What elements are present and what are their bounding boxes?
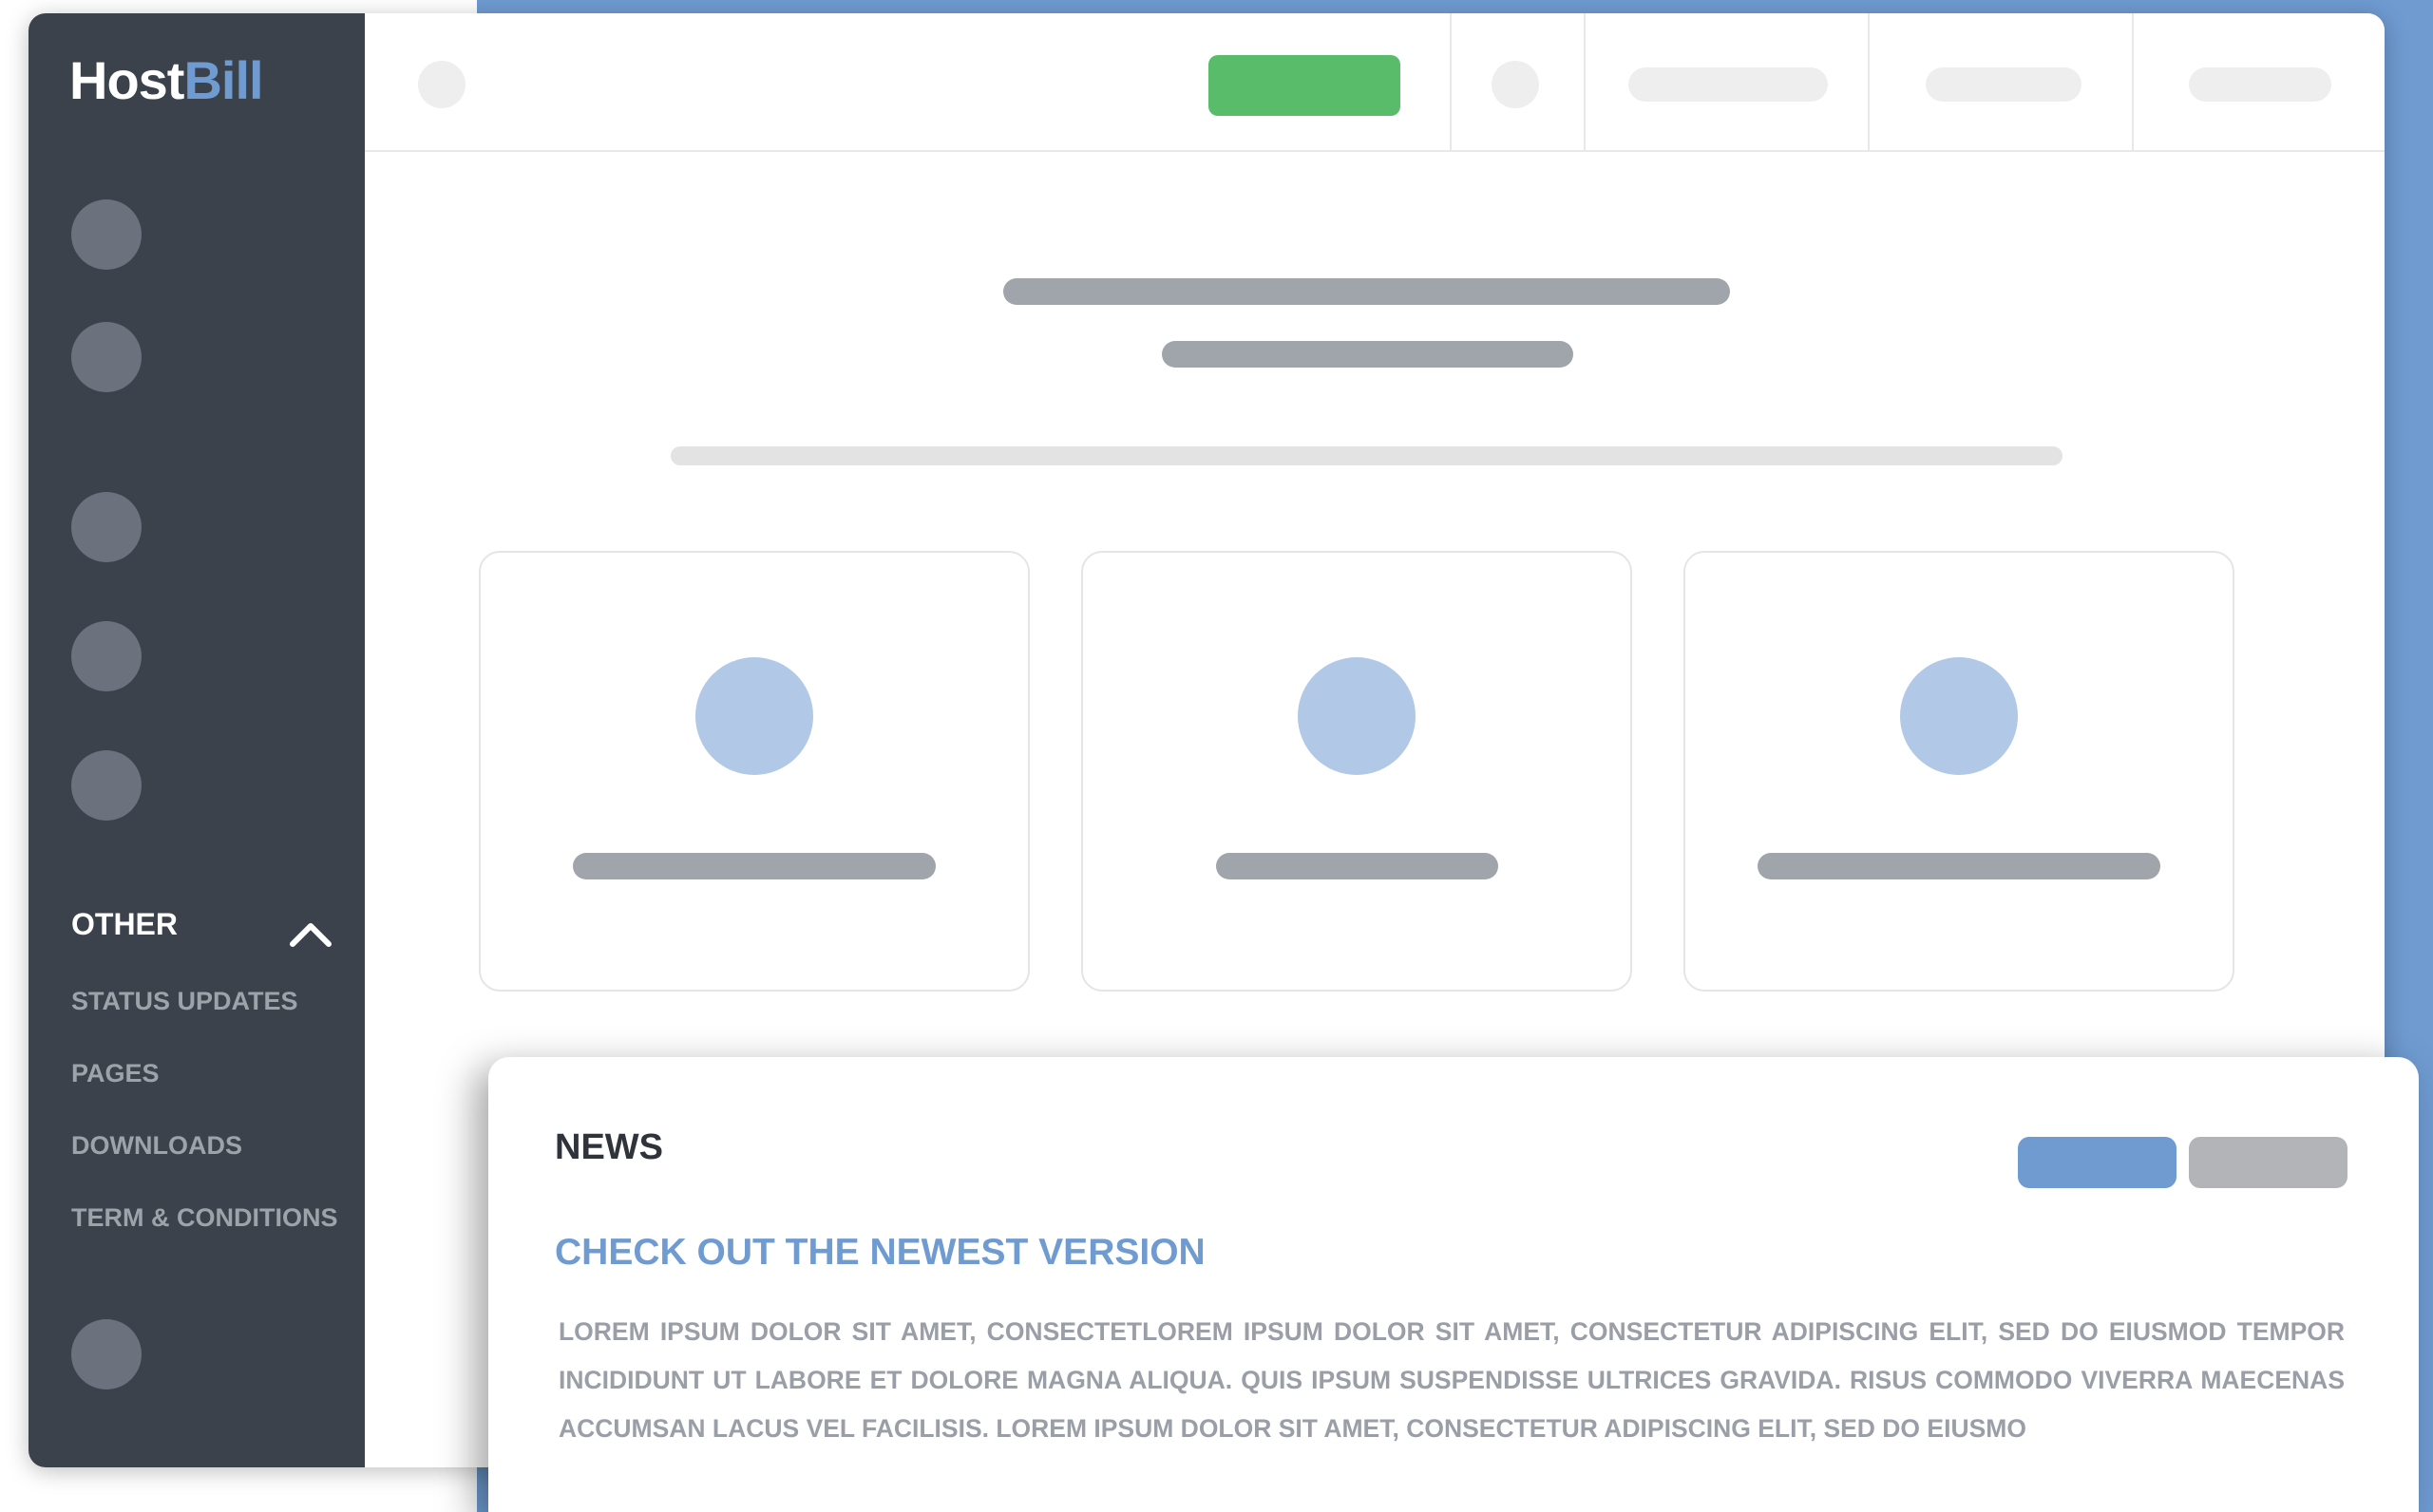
card-icon: [1900, 657, 2018, 775]
card-icon: [1298, 657, 1416, 775]
topbar-menu-item[interactable]: [2189, 67, 2331, 102]
description-placeholder: [671, 446, 2062, 465]
hostbill-logo[interactable]: HostBill: [69, 49, 264, 111]
sidebar-nav-icon[interactable]: [71, 199, 142, 270]
news-title: NEWS: [555, 1127, 663, 1167]
news-secondary-button[interactable]: [2189, 1137, 2347, 1188]
topbar-divider: [1450, 13, 1452, 150]
news-panel: NEWS CHECK OUT THE NEWEST VERSION LOREM …: [488, 1057, 2419, 1512]
menu-icon[interactable]: [418, 61, 466, 108]
topbar-divider: [1584, 13, 1586, 150]
sidebar-item-terms-conditions[interactable]: TERM & CONDITIONS: [71, 1203, 338, 1233]
sidebar: HostBill OTHER STATUS UPDATES PAGES DOWN…: [29, 13, 365, 1467]
topbar-divider: [1868, 13, 1870, 150]
feature-card[interactable]: [1683, 551, 2234, 992]
card-label-placeholder: [1758, 853, 2160, 879]
news-headline-link[interactable]: CHECK OUT THE NEWEST VERSION: [555, 1232, 1206, 1274]
topbar-menu-item[interactable]: [1628, 67, 1828, 102]
topbar-menu-item[interactable]: [1926, 67, 2081, 102]
card-label-placeholder: [1216, 853, 1498, 879]
sidebar-bottom-icon[interactable]: [71, 1319, 142, 1389]
feature-card[interactable]: [479, 551, 1030, 992]
top-bar: [365, 13, 2385, 152]
sidebar-nav-icon[interactable]: [71, 621, 142, 691]
sidebar-item-downloads[interactable]: DOWNLOADS: [71, 1131, 242, 1161]
sidebar-nav-icon[interactable]: [71, 322, 142, 392]
sidebar-nav-icon[interactable]: [71, 750, 142, 821]
sidebar-item-pages[interactable]: PAGES: [71, 1059, 160, 1088]
sidebar-nav-icon[interactable]: [71, 492, 142, 562]
card-icon: [695, 657, 813, 775]
sidebar-item-status-updates[interactable]: STATUS UPDATES: [71, 987, 298, 1016]
card-label-placeholder: [573, 853, 936, 879]
topbar-divider: [2132, 13, 2134, 150]
page-subtitle-placeholder: [1162, 341, 1573, 368]
chevron-up-icon[interactable]: [287, 916, 334, 950]
page-title-placeholder: [1003, 278, 1730, 305]
primary-action-button[interactable]: [1208, 55, 1400, 116]
news-primary-button[interactable]: [2018, 1137, 2176, 1188]
sidebar-section-other[interactable]: OTHER: [71, 907, 178, 942]
news-body-text: LOREM IPSUM DOLOR SIT AMET, CONSECTETLOR…: [559, 1317, 2345, 1443]
notification-icon[interactable]: [1492, 61, 1539, 108]
feature-card[interactable]: [1081, 551, 1632, 992]
